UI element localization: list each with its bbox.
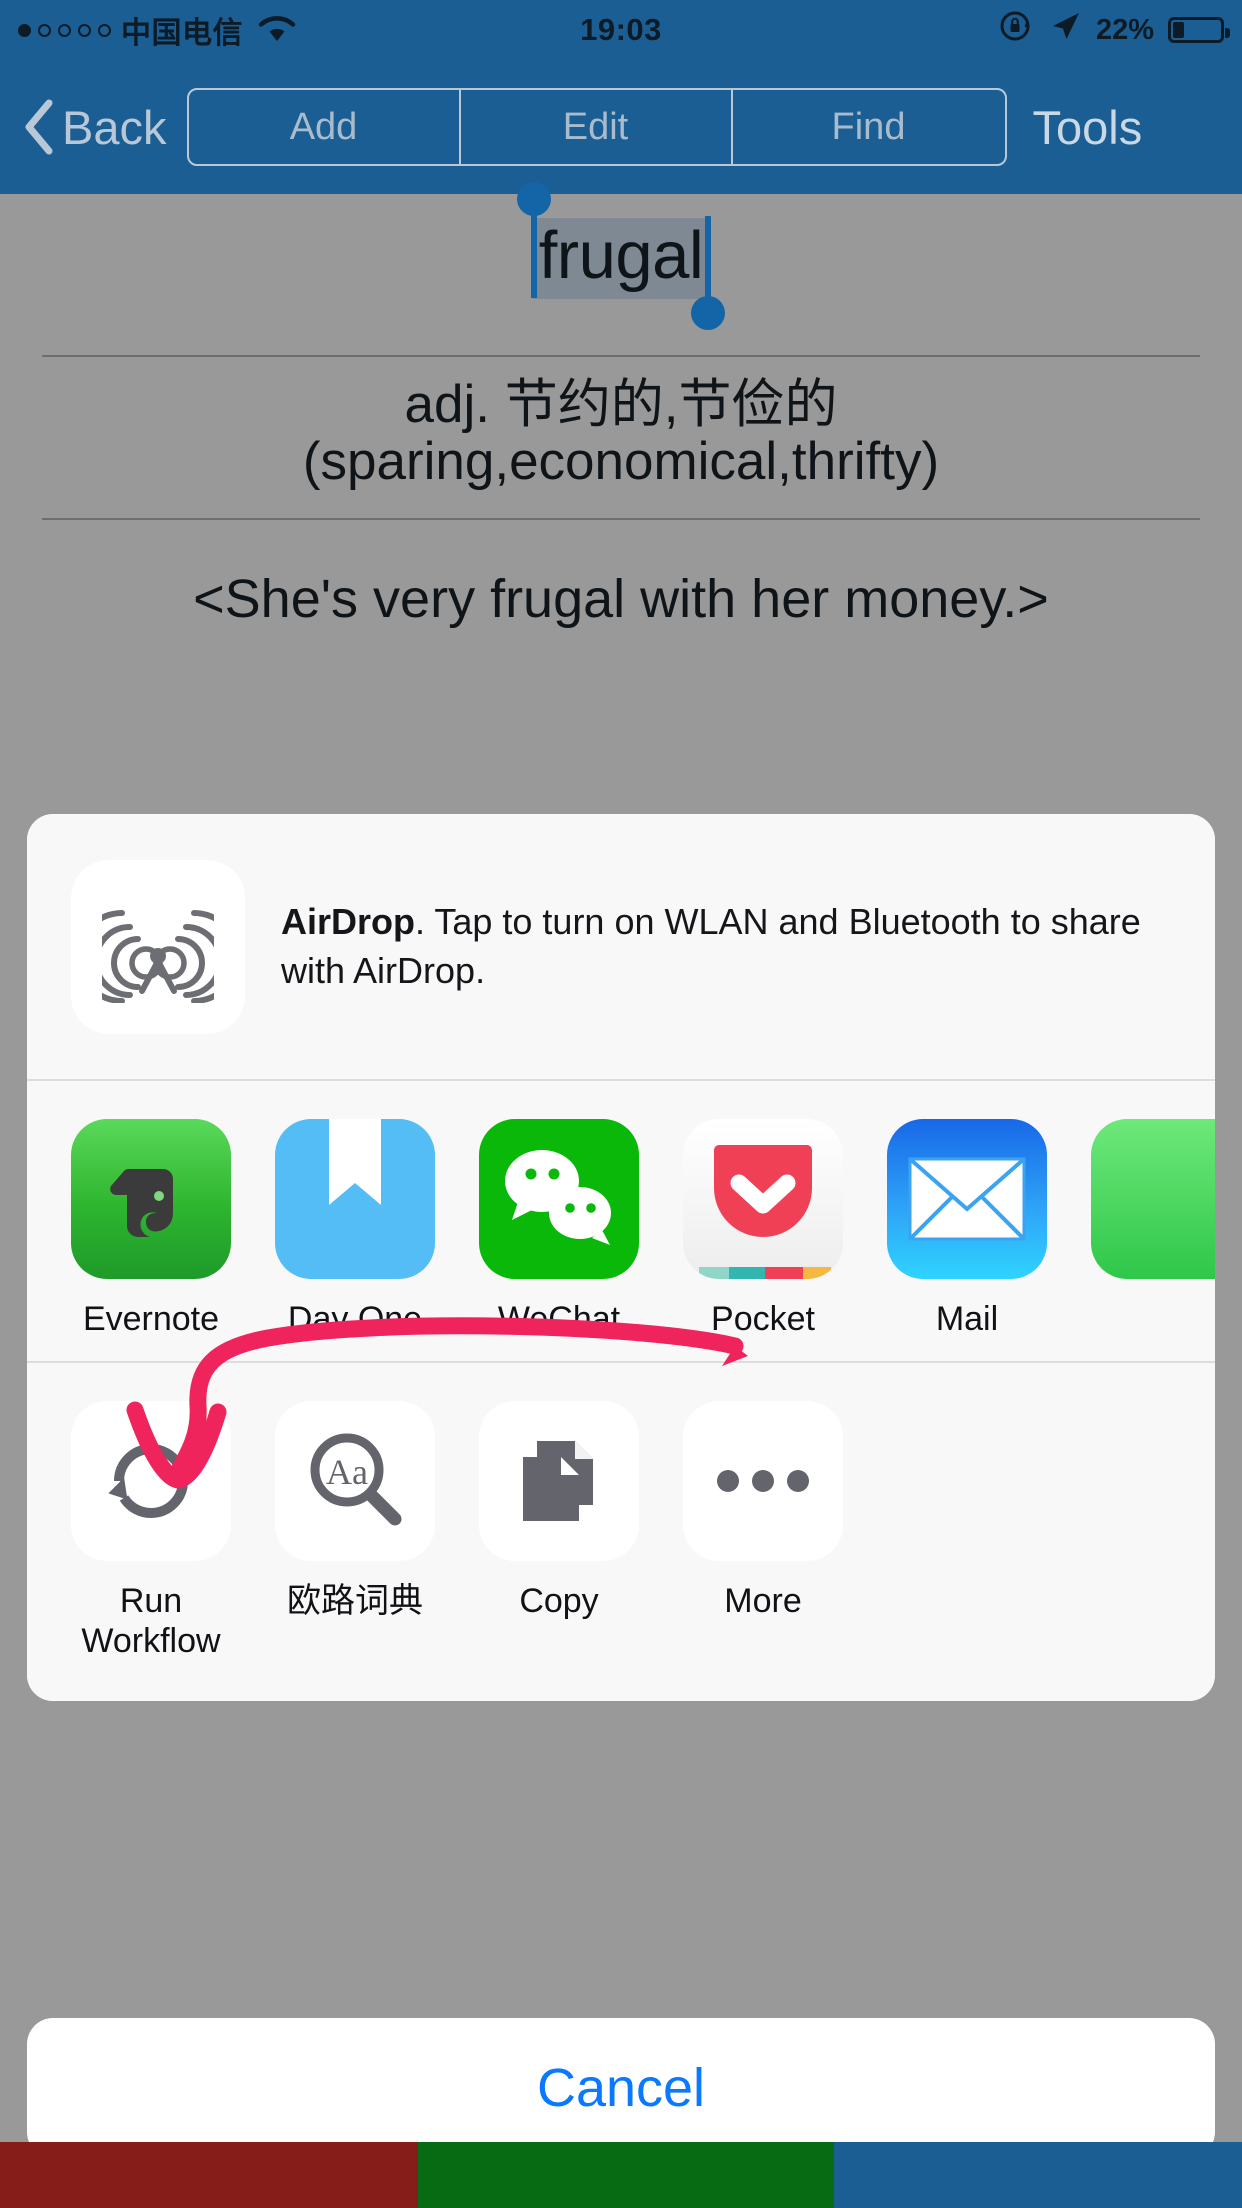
segment-edit[interactable]: Edit: [461, 90, 733, 164]
action-label: Run Workflow: [81, 1582, 221, 1661]
action-more[interactable]: More: [683, 1401, 843, 1661]
bottom-strip-segment-blue: [834, 2142, 1242, 2208]
navigation-bar: Back Add Edit Find Tools: [0, 60, 1242, 194]
mail-icon[interactable]: [887, 1119, 1047, 1279]
selection-handle-left[interactable]: [516, 182, 551, 298]
dayone-icon[interactable]: [275, 1119, 435, 1279]
divider-bottom: [42, 518, 1200, 520]
card-content: frugal adj. 节约的,节俭的 (sparing,economical,…: [0, 182, 1242, 2208]
rotation-lock-icon: [998, 8, 1034, 52]
chevron-left-icon: [22, 99, 56, 155]
action-copy[interactable]: Copy: [479, 1401, 639, 1661]
battery-percentage: 22%: [1095, 13, 1154, 46]
word-title[interactable]: frugal: [532, 218, 710, 299]
run-workflow-icon[interactable]: [71, 1401, 231, 1562]
segmented-control[interactable]: Add Edit Find: [186, 88, 1007, 166]
segment-find[interactable]: Find: [733, 90, 1005, 164]
share-target-label: Mail: [935, 1300, 999, 1338]
selection-knob[interactable]: [691, 296, 726, 330]
evernote-icon[interactable]: [71, 1119, 231, 1279]
definition-line-1: adj. 节约的,节俭的: [404, 375, 838, 434]
share-target-pocket[interactable]: Pocket: [683, 1119, 843, 1339]
bottom-color-strip: [0, 2142, 1242, 2208]
share-target-day-one[interactable]: Day One: [275, 1119, 435, 1339]
action-label: 欧路词典: [287, 1582, 423, 1621]
action-run-workflow[interactable]: Run Workflow: [71, 1401, 231, 1661]
share-target-mail[interactable]: Mail: [887, 1119, 1047, 1339]
bottom-strip-segment-red: [0, 2142, 418, 2208]
definition-line-2: (sparing,economical,thrifty): [302, 432, 940, 492]
share-actions-row[interactable]: Run Workflow Aa 欧路词典 Copy More: [27, 1363, 1215, 1702]
share-target-label: Evernote: [82, 1300, 220, 1338]
word-row: frugal: [0, 182, 1242, 330]
divider-top: [42, 355, 1200, 357]
battery-fill: [1173, 22, 1184, 38]
share-target-label: Day One: [287, 1300, 423, 1338]
iphone-screen: 中国电信 19:03 22% Back Add Edit Find Tools …: [0, 0, 1242, 2208]
definition-block: adj. 节约的,节俭的 (sparing,economical,thrifty…: [0, 375, 1242, 492]
share-apps-row[interactable]: Evernote Day One WeChat Pocket Mail: [27, 1081, 1215, 1362]
airdrop-description: AirDrop. Tap to turn on WLAN and Bluetoo…: [281, 898, 1161, 994]
messages-icon[interactable]: [1091, 1119, 1215, 1279]
share-sheet: AirDrop. Tap to turn on WLAN and Bluetoo…: [27, 814, 1215, 1702]
cancel-button[interactable]: Cancel: [27, 2018, 1215, 2158]
airdrop-section[interactable]: AirDrop. Tap to turn on WLAN and Bluetoo…: [27, 814, 1215, 1079]
bottom-strip-segment-green: [418, 2142, 834, 2208]
location-arrow-icon: [1048, 9, 1082, 51]
segment-add[interactable]: Add: [189, 90, 461, 164]
pocket-icon[interactable]: [683, 1119, 843, 1279]
copy-icon[interactable]: [479, 1401, 639, 1562]
share-target-label: WeChat: [497, 1300, 621, 1338]
share-target-messages-partial[interactable]: [1091, 1119, 1215, 1339]
back-button[interactable]: Back: [22, 99, 167, 155]
airdrop-icon[interactable]: [71, 859, 245, 1034]
selection-handle-right[interactable]: [691, 216, 726, 330]
action-label: More: [724, 1582, 802, 1621]
selected-word-wrapper[interactable]: frugal: [516, 182, 726, 330]
share-target-label: Pocket: [711, 1300, 815, 1338]
svg-text:Aa: Aa: [326, 1452, 368, 1492]
share-target-evernote[interactable]: Evernote: [71, 1119, 231, 1339]
airdrop-title: AirDrop: [281, 901, 415, 943]
battery-icon: [1168, 17, 1230, 43]
tools-button[interactable]: Tools: [1033, 100, 1143, 155]
share-target-wechat[interactable]: WeChat: [479, 1119, 639, 1339]
example-sentence: <She's very frugal with her money.>: [193, 569, 1049, 629]
action-eudic-dictionary[interactable]: Aa 欧路词典: [275, 1401, 435, 1661]
status-bar-right: 22%: [998, 8, 1230, 52]
back-button-label: Back: [62, 100, 167, 154]
wechat-icon[interactable]: [479, 1119, 639, 1279]
status-bar: 中国电信 19:03 22%: [0, 0, 1242, 60]
action-label: Copy: [519, 1582, 599, 1621]
eudic-dictionary-icon[interactable]: Aa: [275, 1401, 435, 1562]
selection-knob[interactable]: [516, 182, 551, 216]
more-dots-icon[interactable]: [683, 1401, 843, 1562]
